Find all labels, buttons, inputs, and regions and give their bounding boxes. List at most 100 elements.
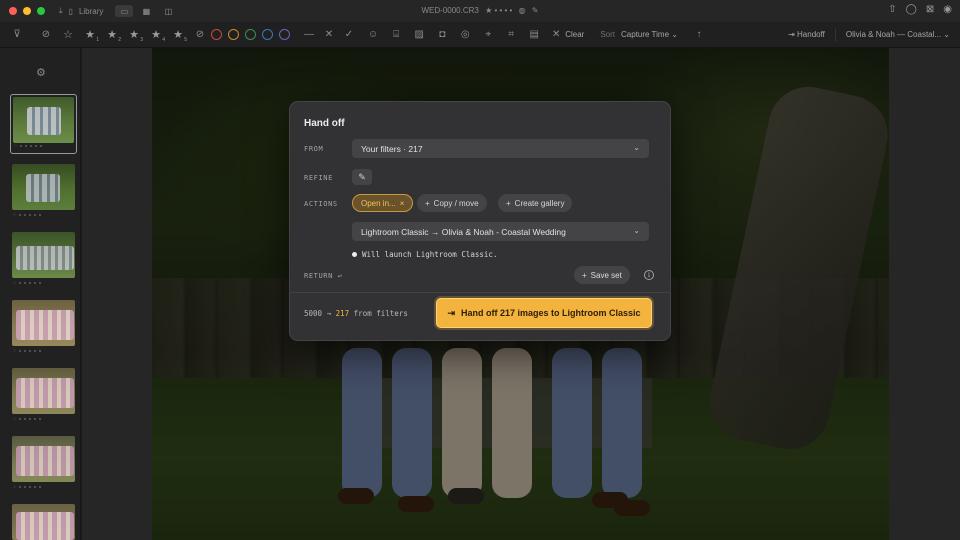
thumbnail-image bbox=[12, 436, 75, 482]
project-select[interactable]: Olivia & Noah — Coastal... ⌄ bbox=[846, 30, 950, 39]
thumbnail[interactable]: ◌ bbox=[10, 162, 77, 222]
minimize-window-button[interactable] bbox=[23, 7, 31, 15]
zoom-window-button[interactable] bbox=[37, 7, 45, 15]
yellow-label-filter[interactable] bbox=[228, 29, 239, 40]
flag-icon[interactable]: ◍ bbox=[519, 6, 526, 15]
thumbnail-image bbox=[12, 164, 75, 210]
chevron-down-icon: ⌄ bbox=[633, 143, 640, 152]
rating-stars[interactable]: ★ • • • • bbox=[485, 6, 512, 15]
titlebar-actions: ⇧ ◯ ⊠ ◉ bbox=[888, 4, 952, 15]
library-label: Library bbox=[78, 6, 104, 16]
thumbnail-image bbox=[13, 97, 74, 143]
close-window-button[interactable] bbox=[9, 7, 17, 15]
grid-icon: ▦ bbox=[142, 6, 151, 16]
filter-icon[interactable]: ⊽ bbox=[12, 28, 22, 42]
keyword-icon[interactable]: ⌗ bbox=[506, 28, 516, 42]
share-icon[interactable]: ⊠ bbox=[926, 4, 934, 15]
from-select[interactable]: Your filters · 217 ⌄ bbox=[352, 139, 649, 158]
handoff-toolbar-button[interactable]: ⇥ Handoff bbox=[788, 30, 825, 39]
handoff-submit-button[interactable]: ⇥ Hand off 217 images to Lightroom Class… bbox=[436, 298, 652, 328]
sidebar-icon: ▯ bbox=[68, 6, 73, 16]
action-open-in-chip[interactable]: Open in... × bbox=[352, 194, 414, 212]
thumbnail[interactable] bbox=[10, 502, 77, 540]
action-open-label: Open in... bbox=[361, 198, 396, 208]
action-copy-move-chip[interactable]: + Copy / move bbox=[417, 194, 487, 212]
action-copy-label: Copy / move bbox=[433, 198, 479, 208]
gear-icon[interactable]: ⚙ bbox=[36, 66, 46, 79]
star-filter-4[interactable]: ★ 4 bbox=[151, 28, 165, 43]
blue-label-filter[interactable] bbox=[262, 29, 273, 40]
export-icon[interactable]: ⇧ bbox=[888, 4, 896, 15]
actions-label: ACTIONS bbox=[304, 200, 338, 208]
thumbnail[interactable]: ◌ bbox=[10, 230, 77, 290]
library-breadcrumb[interactable]: ⤓ ▯ Library bbox=[59, 6, 103, 16]
return-label: RETURN ↩ bbox=[304, 272, 343, 280]
dialog-title: Hand off bbox=[304, 118, 345, 129]
refine-edit-button[interactable]: ✎ bbox=[352, 169, 372, 185]
plus-icon: + bbox=[506, 198, 511, 208]
loupe-view-button[interactable]: ▭ bbox=[115, 5, 134, 17]
target-value: Lightroom Classic → Olivia & Noah - Coas… bbox=[361, 226, 566, 237]
no-label-icon[interactable]: ⊘ bbox=[195, 28, 205, 42]
filename: WED-0000.CR3 bbox=[421, 6, 479, 15]
thumbnail[interactable]: ◌ bbox=[10, 366, 77, 426]
chevron-down-icon: ⌄ bbox=[943, 30, 950, 39]
image-icon[interactable]: ▨ bbox=[414, 28, 424, 42]
green-label-filter[interactable] bbox=[245, 29, 256, 40]
count-arrow: → bbox=[326, 309, 332, 318]
filter-toolbar: ⊽ ⊘ ☆ ★1 ★2 ★3 ★4 ★5 ⊘ — ✕ ✓ ☺ ⌸ ▨ bbox=[0, 22, 960, 48]
sort-direction-icon[interactable]: ↑ bbox=[694, 28, 704, 42]
unflagged-icon[interactable]: — bbox=[304, 28, 314, 42]
star-filter-3[interactable]: ★ 3 bbox=[129, 28, 143, 43]
compare-view-button[interactable]: ◫ bbox=[159, 5, 177, 17]
info-icon[interactable]: i bbox=[644, 270, 654, 280]
location-icon[interactable]: ⌖ bbox=[483, 28, 493, 42]
grid-view-button[interactable]: ▦ bbox=[137, 5, 155, 17]
close-icon[interactable]: × bbox=[400, 199, 405, 208]
thumbnail[interactable]: ◌ bbox=[10, 434, 77, 494]
view-mode-switcher: ▭ ▦ ◫ bbox=[115, 5, 177, 17]
rejected-icon[interactable]: ✕ bbox=[324, 28, 334, 42]
purple-label-filter[interactable] bbox=[279, 29, 290, 40]
reject-filter-icon[interactable]: ⊘ bbox=[41, 28, 51, 42]
action-create-gallery-chip[interactable]: + Create gallery bbox=[498, 194, 573, 212]
thumbnail-meta: ◌ bbox=[13, 483, 74, 491]
save-set-button[interactable]: + Save set bbox=[574, 266, 630, 284]
thumbnail-meta: ◌ bbox=[13, 211, 74, 219]
lens-icon[interactable]: ◎ bbox=[460, 28, 470, 42]
account-icon[interactable]: ◉ bbox=[943, 4, 952, 15]
clear-icon: ✕ bbox=[552, 29, 561, 40]
thumbnail-image bbox=[12, 232, 75, 278]
calendar-icon[interactable]: ▤ bbox=[529, 28, 539, 42]
thumbnail[interactable]: ◌ bbox=[10, 94, 77, 154]
launch-note-text: Will launch Lightroom Classic. bbox=[362, 250, 498, 259]
red-label-filter[interactable] bbox=[211, 29, 222, 40]
app-window: ⤓ ▯ Library ▭ ▦ ◫ WED-0000.CR3 ★ • • • •… bbox=[0, 0, 960, 540]
star-filter-0[interactable]: ☆ bbox=[63, 28, 73, 42]
camera-icon[interactable]: ◘ bbox=[437, 28, 447, 42]
from-value: Your filters · 217 bbox=[361, 143, 423, 154]
count-filtered: 217 bbox=[335, 309, 350, 318]
pencil-icon: ✎ bbox=[358, 171, 366, 182]
chat-icon[interactable]: ◯ bbox=[906, 4, 917, 15]
image-count-summary: 5000 → 217 from filters bbox=[304, 309, 408, 318]
tag-icon[interactable]: ⌸ bbox=[391, 28, 401, 42]
star-filter-2[interactable]: ★ 2 bbox=[107, 28, 121, 43]
count-suffix: from filters bbox=[353, 309, 408, 318]
edit-icon[interactable]: ✎ bbox=[532, 6, 539, 15]
filmstrip: ⚙ ◌ ◌ ◌ ◌ ◌ ◌ bbox=[0, 48, 81, 540]
bullet-icon bbox=[352, 252, 357, 257]
picked-icon[interactable]: ✓ bbox=[344, 28, 354, 42]
star-filter-5[interactable]: ★ 5 bbox=[173, 28, 187, 43]
clear-filters-button[interactable]: ✕ Clear bbox=[551, 28, 584, 42]
clear-label: Clear bbox=[565, 30, 585, 39]
sort-select[interactable]: Capture Time ⌄ bbox=[621, 30, 678, 39]
sort-label: Sort bbox=[600, 30, 616, 39]
dialog-divider bbox=[290, 292, 670, 293]
face-icon[interactable]: ☺ bbox=[368, 28, 378, 42]
thumbnail-image bbox=[12, 504, 75, 540]
thumbnail[interactable]: ◌ bbox=[10, 298, 77, 358]
target-select[interactable]: Lightroom Classic → Olivia & Noah - Coas… bbox=[352, 222, 649, 241]
star-filter-1[interactable]: ★ 1 bbox=[85, 28, 99, 43]
window-controls bbox=[9, 7, 45, 15]
